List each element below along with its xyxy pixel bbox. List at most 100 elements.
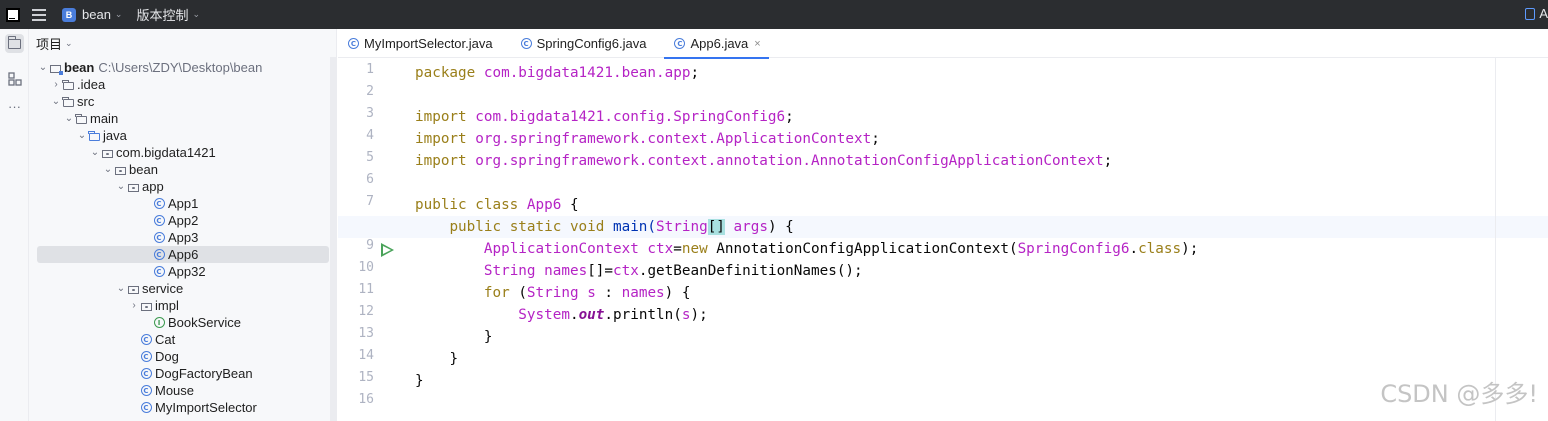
titlebar-right-text[interactable]: A <box>1539 6 1548 21</box>
tree-item-myimportselector[interactable]: C MyImportSelector <box>129 399 257 416</box>
tab-label: MyImportSelector.java <box>364 36 493 51</box>
tree-item-dogfactorybean[interactable]: C DogFactoryBean <box>129 365 253 382</box>
tree-item-label: BookService <box>168 315 241 330</box>
tree-item-label: Mouse <box>155 383 195 398</box>
chevron-down-icon[interactable]: ⌄ <box>64 113 74 124</box>
tree-item-label: bean <box>129 162 158 177</box>
class-icon: C <box>153 232 165 244</box>
tree-item-label: App6 <box>168 247 199 262</box>
code-area[interactable]: package com.bigdata1421.bean.app; import… <box>338 58 1548 421</box>
chevron-down-icon[interactable]: ⌄ <box>77 130 87 141</box>
chevron-right-icon[interactable]: › <box>129 300 139 311</box>
tree-item-com-bigdata1421[interactable]: ⌄ com.bigdata1421 <box>90 144 216 161</box>
tree-item-app32[interactable]: C App32 <box>142 263 206 280</box>
project-panel-header[interactable]: 项目 ⌄ <box>36 34 73 53</box>
code-line: import org.springframework.context.annot… <box>415 153 1113 169</box>
code-line: } <box>483 329 493 345</box>
titlebar-right: A <box>1525 6 1548 21</box>
code-line: import com.bigdata1421.config.SpringConf… <box>415 109 794 125</box>
project-name-button[interactable]: bean <box>82 7 111 22</box>
structure-icon <box>7 71 22 86</box>
line-number: 12 <box>358 304 374 319</box>
tree-item-app6[interactable]: C App6 <box>37 246 329 263</box>
tree-item-label: main <box>90 111 119 126</box>
project-tool-button[interactable] <box>5 34 24 53</box>
class-icon: C <box>674 38 686 49</box>
tree-item-mouse[interactable]: C Mouse <box>129 382 194 399</box>
class-icon: C <box>140 368 152 380</box>
line-number: 6 <box>366 172 374 187</box>
chevron-down-icon: ⌄ <box>192 9 201 19</box>
editor-tab[interactable]: C MyImportSelector.java <box>338 29 501 58</box>
line-number: 11 <box>358 282 374 297</box>
line-number: 16 <box>358 392 374 407</box>
editor-tab[interactable]: C SpringConfig6.java <box>511 29 655 58</box>
project-scrollbar[interactable] <box>330 57 337 421</box>
line-number: 4 <box>366 128 374 143</box>
tree-item-label: com.bigdata1421 <box>116 145 216 160</box>
tree-item-bean[interactable]: ⌄ bean C:\Users\ZDY\Desktop\bean <box>38 59 263 76</box>
chevron-down-icon[interactable]: ⌄ <box>51 96 61 107</box>
tree-item-bookservice[interactable]: I BookService <box>142 314 241 331</box>
chevron-down-icon: ⌄ <box>114 9 123 19</box>
chevron-right-icon[interactable]: › <box>51 79 61 90</box>
close-icon[interactable]: × <box>754 38 760 50</box>
chevron-down-icon[interactable]: ⌄ <box>38 62 48 73</box>
window-icon[interactable] <box>1525 7 1536 20</box>
folder-icon <box>75 113 87 125</box>
tree-item-bean[interactable]: ⌄ bean <box>103 161 158 178</box>
tree-item-label: App32 <box>168 264 206 279</box>
tree-item--idea[interactable]: › .idea <box>51 76 105 93</box>
code-line: } <box>415 373 424 389</box>
folder-icon <box>62 79 74 91</box>
tree-item-label: Dog <box>155 349 179 364</box>
vcs-button[interactable]: 版本控制 <box>136 5 188 24</box>
tree-item-label: DogFactoryBean <box>155 366 253 381</box>
class-icon: C <box>520 38 532 49</box>
class-icon: C <box>140 334 152 346</box>
editor-tab[interactable]: C App6.java × <box>664 29 770 59</box>
tree-item-label: App2 <box>168 213 199 228</box>
package-icon <box>114 164 126 176</box>
line-number: 2 <box>366 84 374 99</box>
right-margin-guide <box>1495 58 1496 421</box>
class-icon: C <box>153 266 165 278</box>
chevron-down-icon[interactable]: ⌄ <box>90 147 100 158</box>
code-line: public class App6 { <box>415 197 579 213</box>
class-icon: C <box>153 198 165 210</box>
more-tools-button[interactable]: ··· <box>5 97 24 116</box>
tree-item-impl[interactable]: › impl <box>129 297 179 314</box>
interface-icon: I <box>153 317 165 329</box>
tree-item-app2[interactable]: C App2 <box>142 212 198 229</box>
run-icon[interactable] <box>381 243 394 257</box>
line-number: 10 <box>358 260 374 275</box>
tree-item-service[interactable]: ⌄ service <box>116 280 183 297</box>
chevron-down-icon[interactable]: ⌄ <box>116 181 126 192</box>
structure-tool-button[interactable] <box>5 69 24 88</box>
code-line: System.out.println(s); <box>518 307 708 323</box>
main-menu-icon[interactable] <box>32 8 46 21</box>
folder-icon <box>62 96 74 108</box>
ide-logo-icon[interactable] <box>6 7 20 22</box>
tree-item-java[interactable]: ⌄ java <box>77 127 127 144</box>
tree-item-src[interactable]: ⌄ src <box>51 93 95 110</box>
editor-gutter: 12345678910111213141516 <box>338 58 413 421</box>
chevron-down-icon[interactable]: ⌄ <box>116 283 126 294</box>
chevron-down-icon[interactable]: ⌄ <box>103 164 113 175</box>
tree-item-label: MyImportSelector <box>155 400 257 415</box>
class-icon: C <box>140 351 152 363</box>
code-line: ApplicationContext ctx=new AnnotationCon… <box>483 241 1199 257</box>
tree-item-cat[interactable]: C Cat <box>129 331 175 348</box>
tab-label: App6.java <box>690 36 749 51</box>
chevron-down-icon: ⌄ <box>65 38 73 48</box>
code-line: package com.bigdata1421.bean.app; <box>415 65 700 81</box>
editor-tabs: C MyImportSelector.java C SpringConfig6.jav… <box>338 29 1548 59</box>
tree-item-app3[interactable]: C App3 <box>142 229 198 246</box>
code-line: for (String s : names) { <box>483 285 691 301</box>
tree-item-main[interactable]: ⌄ main <box>64 110 118 127</box>
tree-item-label: java <box>103 128 127 143</box>
tree-item-app[interactable]: ⌄ app <box>116 178 164 195</box>
tree-item-dog[interactable]: C Dog <box>129 348 179 365</box>
tree-item-app1[interactable]: C App1 <box>142 195 198 212</box>
project-panel-title: 项目 <box>36 37 63 52</box>
